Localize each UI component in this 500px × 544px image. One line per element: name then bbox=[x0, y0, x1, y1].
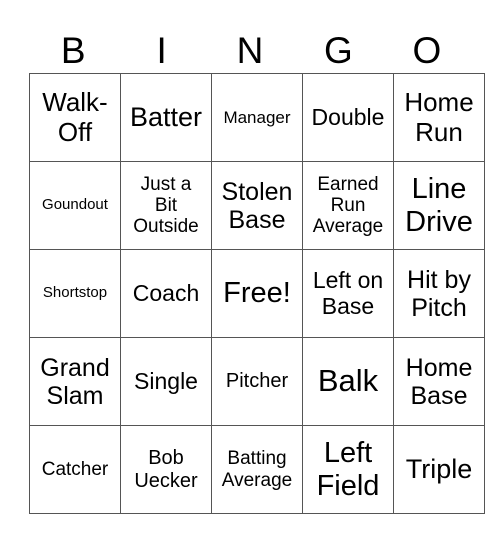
grid-row: Goundout Just a Bit Outside Stolen Base Ear… bbox=[29, 161, 485, 250]
header-letter-o: O bbox=[412, 30, 442, 71]
bingo-cell[interactable]: Pitcher bbox=[211, 337, 303, 426]
bingo-cell[interactable]: Double bbox=[302, 73, 394, 162]
bingo-cell[interactable]: Triple bbox=[393, 425, 485, 514]
bingo-cell[interactable]: Stolen Base bbox=[211, 161, 303, 250]
bingo-cell[interactable]: Shortstop bbox=[29, 249, 121, 338]
bingo-cell[interactable]: Manager bbox=[211, 73, 303, 162]
header-letter-i: I bbox=[156, 30, 167, 71]
bingo-header: B I N G O bbox=[29, 28, 471, 73]
bingo-cell-free-space[interactable]: Free! bbox=[211, 249, 303, 338]
header-letter-b: B bbox=[60, 30, 86, 71]
bingo-cell[interactable]: Catcher bbox=[29, 425, 121, 514]
bingo-cell[interactable]: Balk bbox=[302, 337, 394, 426]
bingo-cell[interactable]: Left on Base bbox=[302, 249, 394, 338]
bingo-cell[interactable]: Batter bbox=[120, 73, 212, 162]
bingo-cell[interactable]: Hit by Pitch bbox=[393, 249, 485, 338]
bingo-cell[interactable]: Line Drive bbox=[393, 161, 485, 250]
grid-row: Catcher Bob Uecker Batting Average Left Fie… bbox=[29, 425, 485, 514]
bingo-cell[interactable]: Single bbox=[120, 337, 212, 426]
bingo-cell[interactable]: Grand Slam bbox=[29, 337, 121, 426]
header-letter-g: G bbox=[324, 30, 353, 71]
bingo-cell[interactable]: Coach bbox=[120, 249, 212, 338]
header-letter-n: N bbox=[236, 30, 264, 71]
bingo-cell[interactable]: Earned Run Average bbox=[302, 161, 394, 250]
bingo-cell[interactable]: Batting Average bbox=[211, 425, 303, 514]
bingo-card-grid: Walk- Off Batter Manager Double Home Run G… bbox=[29, 73, 485, 514]
grid-row: Shortstop Coach Free! Left on Base Hit by… bbox=[29, 249, 485, 338]
grid-row: Grand Slam Single Pitcher Balk Home Base bbox=[29, 337, 485, 426]
bingo-cell[interactable]: Bob Uecker bbox=[120, 425, 212, 514]
bingo-cell[interactable]: Goundout bbox=[29, 161, 121, 250]
bingo-cell[interactable]: Home Base bbox=[393, 337, 485, 426]
bingo-cell[interactable]: Just a Bit Outside bbox=[120, 161, 212, 250]
bingo-cell[interactable]: Walk- Off bbox=[29, 73, 121, 162]
grid-row: Walk- Off Batter Manager Double Home Run bbox=[29, 73, 485, 162]
bingo-cell[interactable]: Home Run bbox=[393, 73, 485, 162]
bingo-cell[interactable]: Left Field bbox=[302, 425, 394, 514]
